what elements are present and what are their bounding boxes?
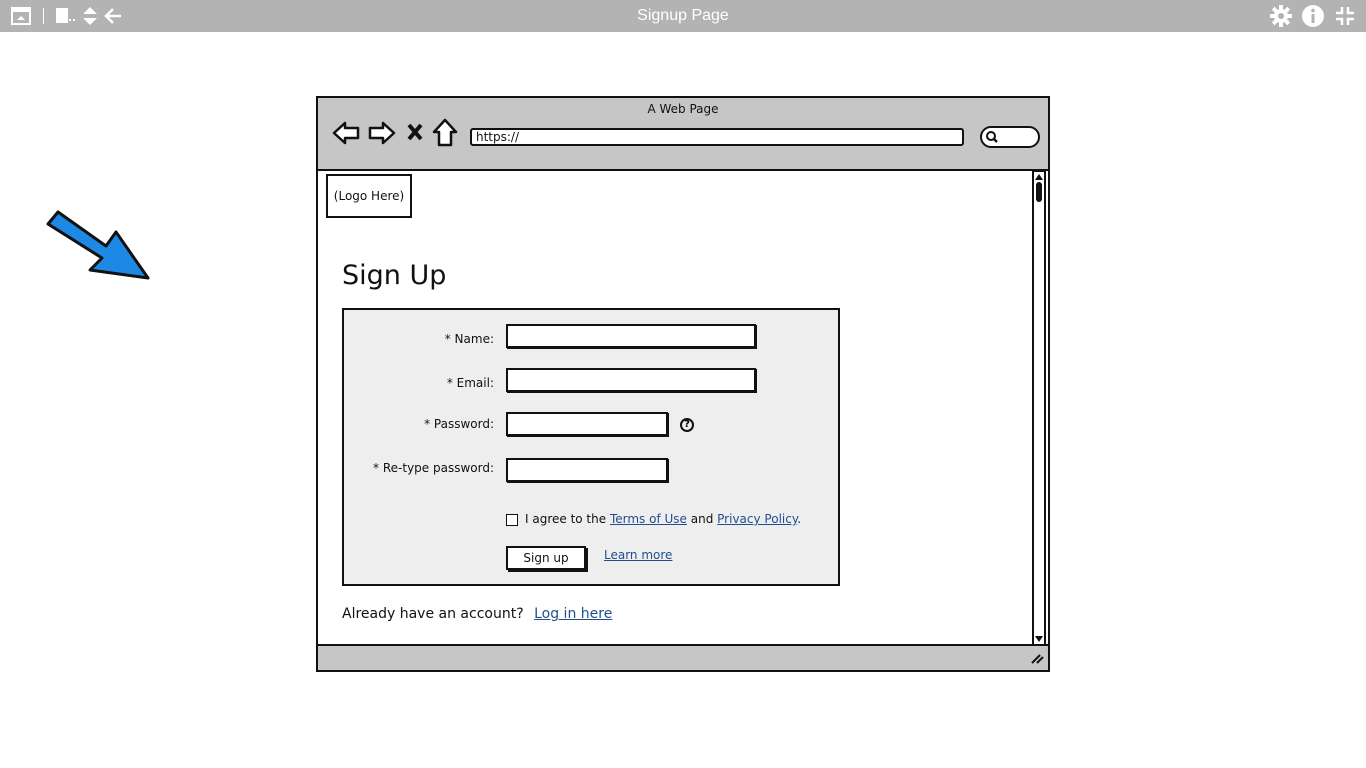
already-account-text: Already have an account? Log in here	[342, 606, 612, 622]
already-account-label: Already have an account?	[342, 606, 524, 622]
forward-icon[interactable]	[368, 120, 396, 146]
info-icon[interactable]	[1300, 0, 1326, 32]
scroll-thumb[interactable]	[1036, 182, 1042, 202]
scroll-down-icon[interactable]	[1034, 634, 1044, 644]
pointer-arrow-icon	[44, 206, 154, 289]
terms-agreement-text: I agree to the Terms of Use and Privacy …	[525, 512, 801, 526]
browser-chrome: A Web Page https://	[318, 98, 1048, 171]
home-icon[interactable]	[432, 118, 458, 148]
privacy-policy-link[interactable]: Privacy Policy	[717, 512, 797, 526]
resize-grip-icon[interactable]	[1030, 652, 1044, 664]
retype-password-input[interactable]	[506, 458, 668, 482]
browser-page-title: A Web Page	[647, 102, 719, 116]
page-title: Sign Up	[342, 260, 447, 291]
retype-password-label: * Re-type password:	[373, 461, 494, 475]
agree-and: and	[690, 512, 714, 526]
scroll-up-icon[interactable]	[1034, 172, 1044, 182]
signup-form: * Name: * Email: * Password: ? * Re-type…	[342, 308, 840, 586]
name-input[interactable]	[506, 324, 756, 348]
browser-search-field[interactable]	[980, 126, 1040, 148]
password-input[interactable]	[506, 412, 668, 436]
browser-status-bar	[318, 644, 1048, 670]
collapse-icon[interactable]	[1332, 0, 1358, 32]
log-in-link[interactable]: Log in here	[534, 606, 612, 622]
password-label: * Password:	[424, 417, 494, 431]
learn-more-link[interactable]: Learn more	[604, 548, 672, 562]
search-icon	[986, 131, 998, 143]
email-input[interactable]	[506, 368, 756, 392]
email-label: * Email:	[446, 376, 494, 390]
logo-placeholder: (Logo Here)	[326, 174, 412, 218]
back-icon[interactable]	[332, 120, 360, 146]
name-label: * Name:	[444, 332, 494, 346]
agree-suffix: .	[797, 512, 802, 526]
app-title: Signup Page	[637, 7, 729, 24]
terms-of-use-link[interactable]: Terms of Use	[610, 512, 687, 526]
browser-window: A Web Page https:// (Logo Here) Sign Up …	[316, 96, 1050, 672]
url-input[interactable]: https://	[470, 128, 964, 146]
stop-icon[interactable]	[406, 122, 424, 142]
help-icon[interactable]: ?	[680, 418, 694, 432]
terms-checkbox[interactable]	[506, 514, 518, 526]
top-toolbar: Signup Page	[0, 0, 1366, 32]
sign-up-button[interactable]: Sign up	[506, 546, 586, 570]
vertical-scrollbar[interactable]	[1032, 170, 1046, 646]
gear-icon[interactable]	[1268, 0, 1294, 32]
agree-prefix: I agree to the	[525, 512, 607, 526]
